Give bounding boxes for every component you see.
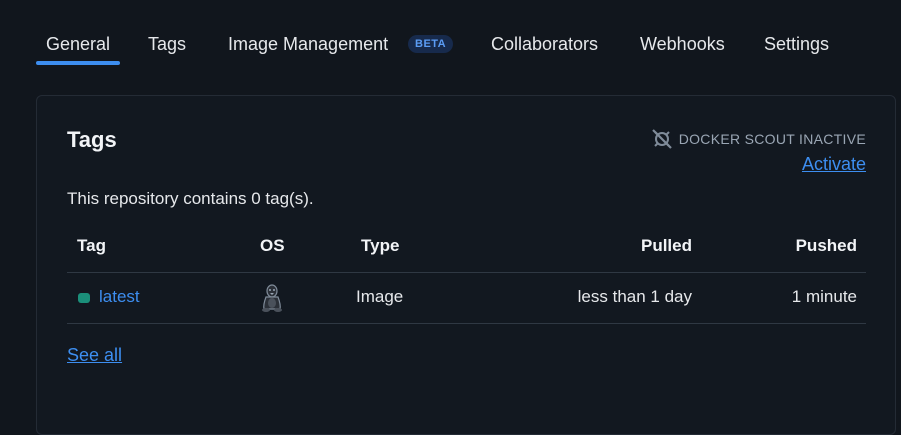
tab-tags[interactable]: Tags [148, 32, 186, 66]
tab-webhooks[interactable]: Webhooks [640, 32, 725, 66]
column-header-os: OS [260, 236, 285, 255]
tab-bar: General Tags Image Management BETA Colla… [0, 0, 901, 70]
tag-type: Image [356, 287, 404, 306]
tag-status-indicator [78, 293, 90, 303]
tab-general[interactable]: General [35, 32, 121, 66]
table-row: latest Image less than 1 day 1 minute [67, 272, 866, 324]
tag-pushed: 1 minute [791, 287, 857, 306]
activate-link[interactable]: Activate [802, 154, 866, 175]
card-title: Tags [67, 127, 117, 152]
scout-status-text: DOCKER SCOUT INACTIVE [678, 131, 866, 147]
scout-off-icon [651, 128, 673, 150]
beta-badge: BETA [408, 35, 454, 53]
tag-pulled: less than 1 day [577, 287, 692, 306]
table-header-row: Tag OS Type Pulled Pushed [67, 222, 866, 273]
tag-link[interactable]: latest [99, 287, 140, 307]
repo-summary: This repository contains 0 tag(s). [67, 189, 314, 208]
column-header-tag: Tag [77, 236, 106, 255]
tab-settings[interactable]: Settings [764, 32, 829, 66]
see-all-link[interactable]: See all [67, 345, 122, 366]
column-header-pushed: Pushed [795, 236, 857, 255]
linux-icon [260, 283, 284, 318]
tab-image-management[interactable]: Image Management [228, 32, 388, 66]
scout-status: DOCKER SCOUT INACTIVE [651, 128, 866, 150]
column-header-pulled: Pulled [640, 236, 692, 255]
tab-collaborators[interactable]: Collaborators [491, 32, 598, 66]
column-header-type: Type [361, 236, 400, 255]
tags-card: Tags DOCKER SCOUT INACTIVE Activate This… [36, 95, 896, 435]
